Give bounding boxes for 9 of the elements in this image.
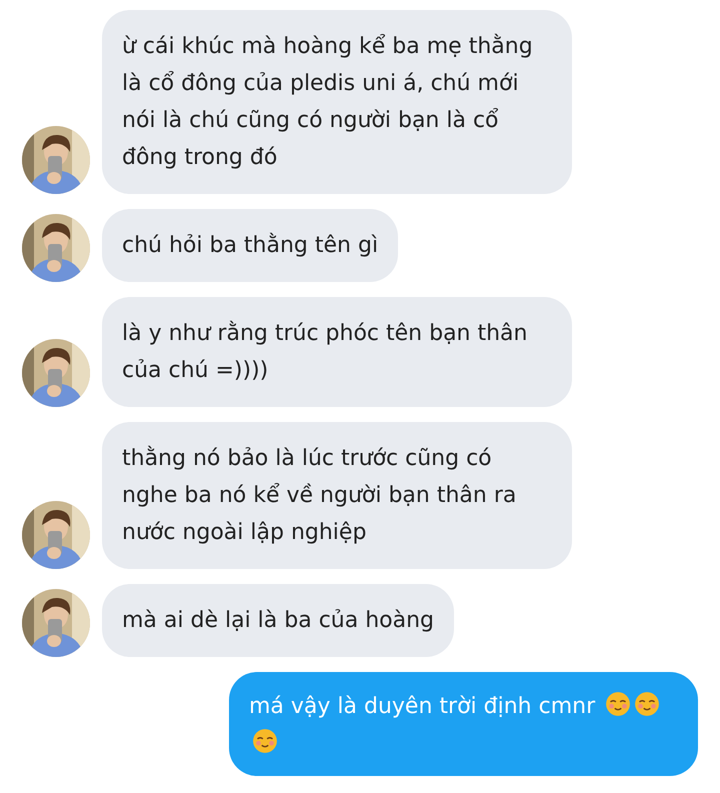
message-text: má vậy là duyên trời định cmnr — [249, 694, 596, 719]
message-bubble: chú hỏi ba thằng tên gì — [102, 209, 398, 282]
message-bubble: là y như rằng trúc phóc tên bạn thân của chú =)))) — [102, 297, 572, 407]
smiling-face-icon — [252, 728, 278, 754]
message-bubble: ừ cái khúc mà hoàng kể ba mẹ thằng là cổ đông của pledis uni á, chú mới nói là chú cũng có người bạn là cổ đông trong đó — [102, 10, 572, 194]
message-bubble: mà ai dè lại là ba của hoàng — [102, 584, 454, 657]
smiling-face-icon — [605, 691, 632, 717]
smiling-face-icon — [634, 691, 660, 717]
message-bubble: thằng nó bảo là lúc trước cũng có nghe ba nó kể về người bạn thân ra nước ngoài lập nghiệp — [102, 422, 572, 569]
